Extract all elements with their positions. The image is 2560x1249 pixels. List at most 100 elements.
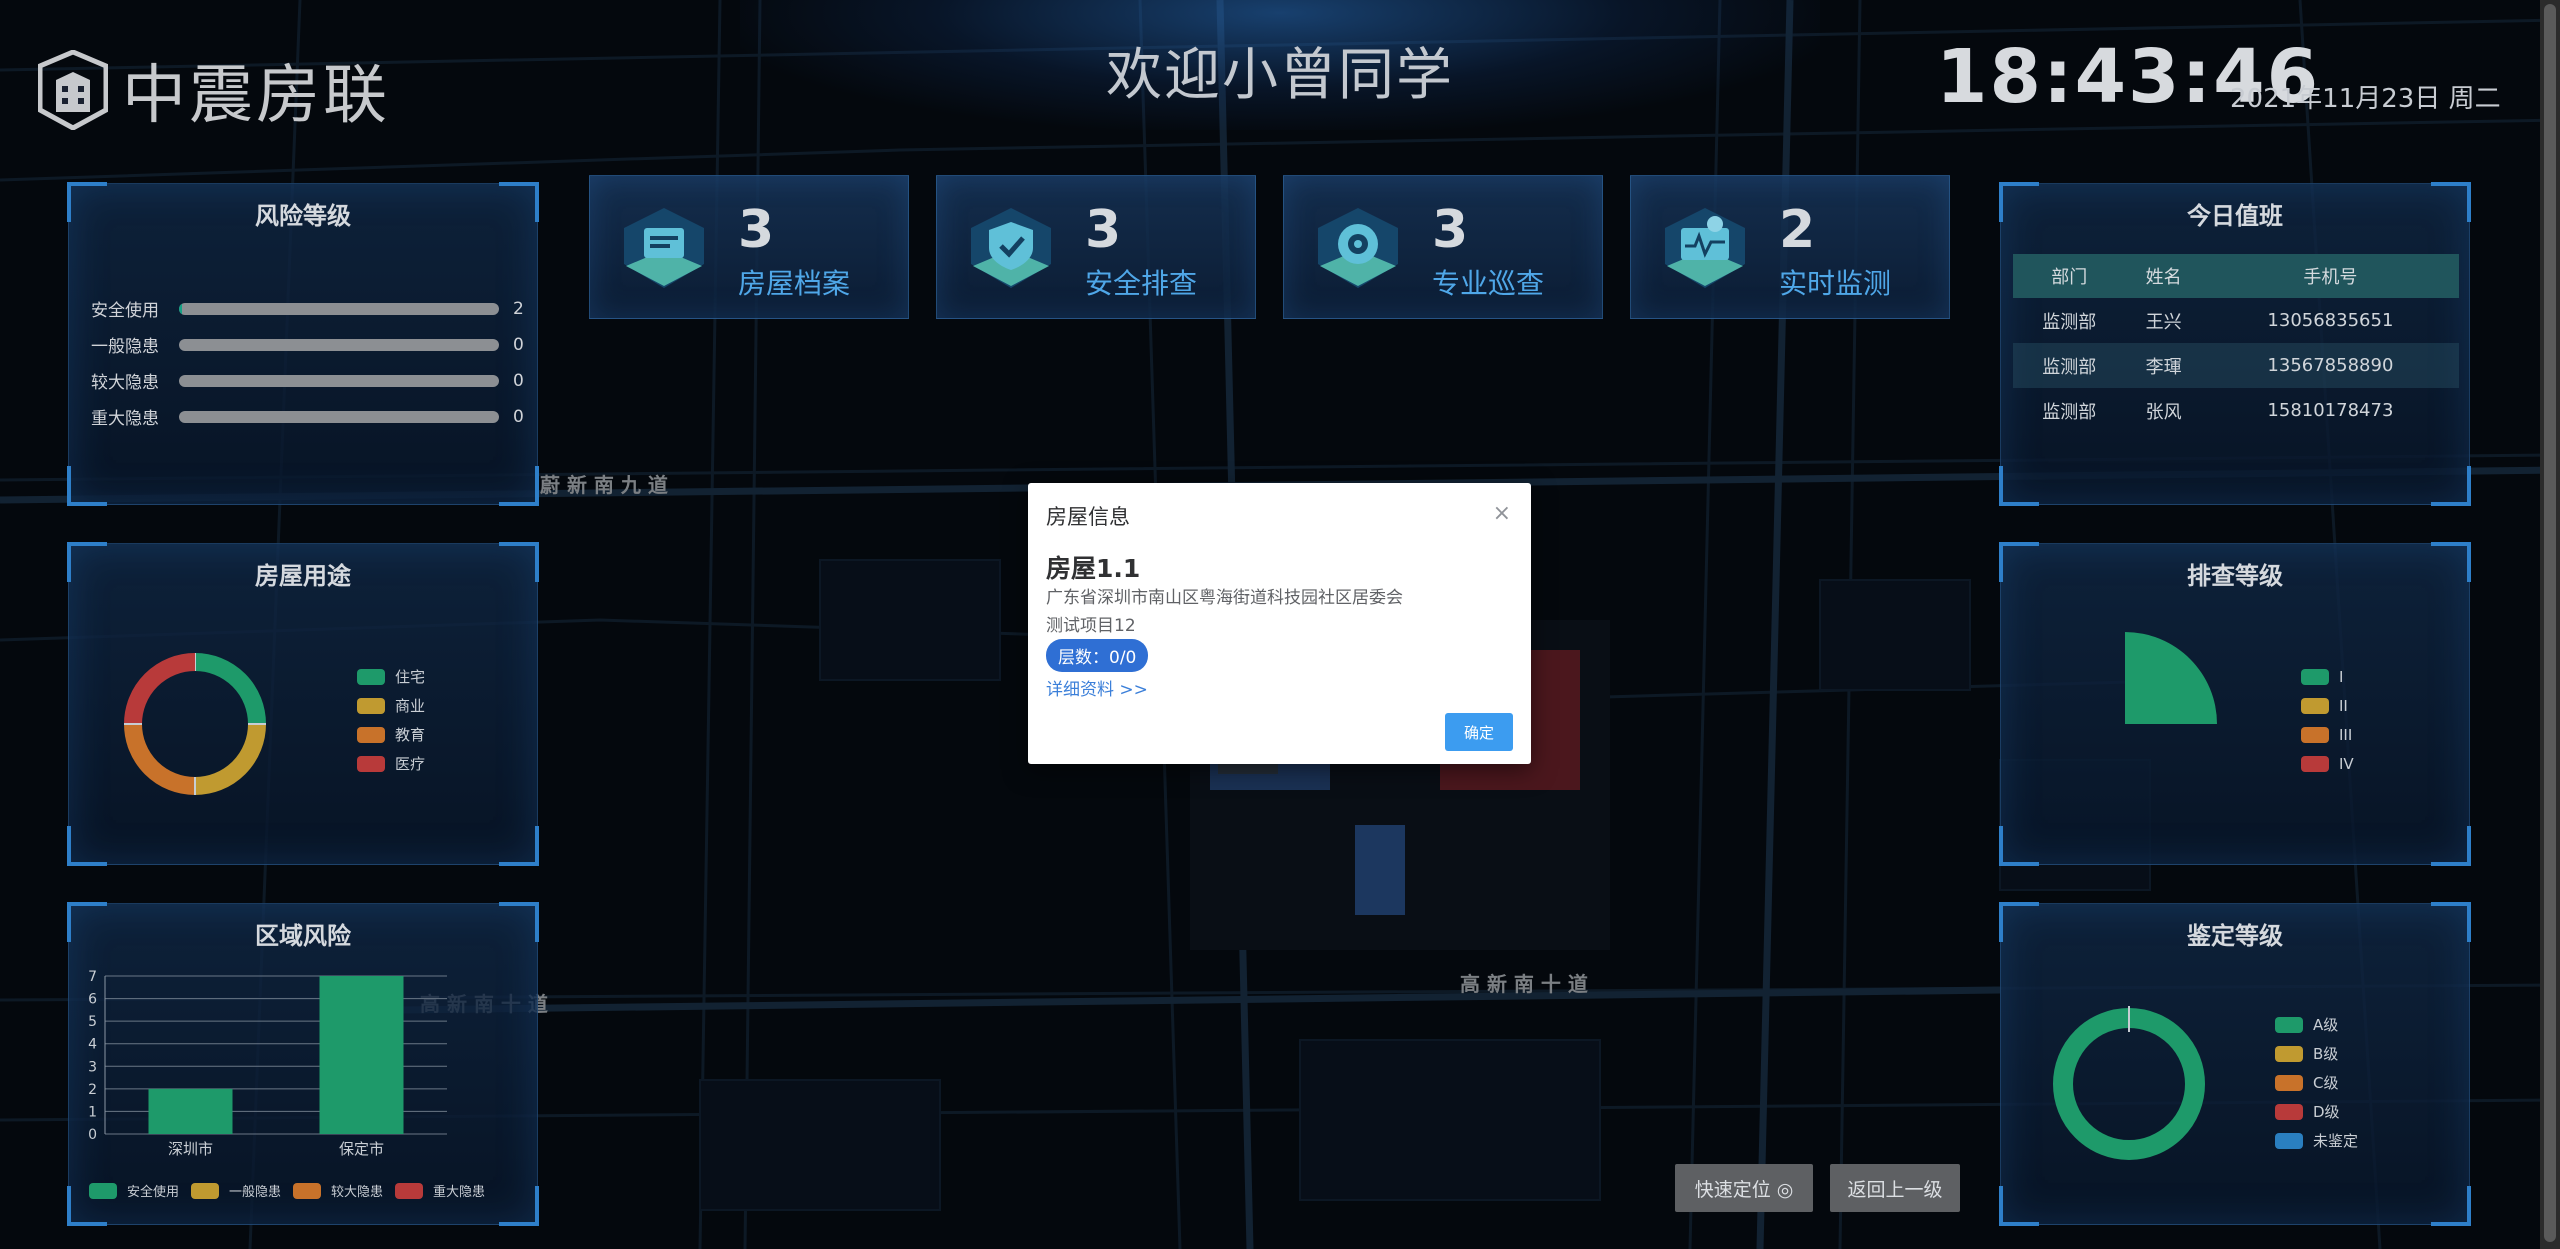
stat-label: 实时监测 [1779, 267, 1892, 300]
donut-slice-住宅[interactable] [194, 653, 266, 725]
patrol-radar-icon [1318, 208, 1398, 288]
stat-label: 专业巡查 [1432, 267, 1545, 300]
stat-card-house-archive[interactable]: 3 房屋档案 [589, 175, 909, 319]
legend-item[interactable]: D级 [2275, 1097, 2358, 1126]
legend-item[interactable]: III [2301, 720, 2354, 749]
legend-item[interactable]: 一般隐患 [191, 1176, 281, 1205]
legend-swatch [2275, 1103, 2303, 1120]
risk-bar-fill [179, 302, 183, 315]
region-risk-bar-chart[interactable]: 0 1 2 3 4 5 6 7 深圳市 保定市 [69, 964, 537, 1174]
house-use-donut[interactable] [115, 644, 275, 804]
legend-swatch [357, 668, 385, 685]
close-icon[interactable]: × [1493, 501, 1511, 526]
confirm-button[interactable]: 确定 [1445, 713, 1513, 751]
x-tick-label: 保定市 [339, 1140, 384, 1158]
legend-item[interactable]: 未鉴定 [2275, 1126, 2358, 1155]
legend-swatch [191, 1182, 220, 1199]
table-row: 监测部 李琿 13567858890 [2013, 343, 2459, 388]
risk-value: 0 [513, 334, 524, 355]
legend-item[interactable]: A级 [2275, 1010, 2358, 1039]
panel-title: 鉴定等级 [2187, 922, 2283, 950]
duty-panel: 今日值班 部门 姓名 手机号 监测部 王兴 13056835651 监测部 李琿… [1999, 182, 2471, 506]
legend-swatch [357, 697, 385, 714]
stat-number: 3 [738, 200, 775, 260]
back-button[interactable]: 返回上一级 [1830, 1164, 1960, 1212]
risk-value: 0 [513, 370, 524, 391]
detail-link[interactable]: 详细资料 >> [1046, 675, 1148, 700]
bar-保定市[interactable] [319, 976, 404, 1134]
stat-card-safety-check[interactable]: 3 安全排查 [936, 175, 1256, 319]
house-use-legend: 住宅 商业 教育 医疗 [357, 662, 425, 778]
appraisal-level-donut[interactable] [2049, 1004, 2209, 1164]
legend-item[interactable]: II [2301, 691, 2354, 720]
y-tick-label: 1 [88, 1104, 97, 1120]
legend-item[interactable]: 医疗 [357, 749, 425, 778]
table-header-row: 部门 姓名 手机号 [2013, 254, 2459, 298]
y-tick-label: 4 [88, 1037, 97, 1053]
legend-item[interactable]: B级 [2275, 1039, 2358, 1068]
risk-row-severe: 重大隐患 0 [91, 404, 524, 430]
house-project: 测试项目12 [1046, 616, 1136, 636]
risk-value: 0 [513, 406, 524, 427]
quick-locate-button[interactable]: 快速定位 ◎ [1675, 1164, 1813, 1212]
panel-title: 区域风险 [255, 922, 351, 950]
legend-swatch [357, 755, 385, 772]
table-cell: 监测部 [2042, 401, 2097, 423]
donut-slice-医疗[interactable] [124, 653, 196, 725]
page-scrollbar[interactable] [2540, 0, 2560, 1249]
bar-深圳市[interactable] [148, 1088, 233, 1134]
donut-slice-教育[interactable] [124, 723, 196, 795]
legend-swatch [89, 1182, 117, 1199]
legend-swatch [2275, 1045, 2303, 1062]
stat-label: 房屋档案 [738, 267, 851, 300]
table-row: 监测部 王兴 13056835651 [2013, 298, 2459, 343]
legend-swatch [2301, 697, 2329, 714]
y-tick-label: 2 [88, 1082, 97, 1098]
risk-level-panel: 风险等级 安全使用 2 一般隐患 0 较大隐患 0 重大隐患 0 [67, 182, 539, 506]
risk-bar [179, 374, 499, 387]
y-tick-label: 7 [88, 969, 97, 985]
modal-title: 房屋信息 [1046, 505, 1130, 529]
scrollbar-thumb[interactable] [2544, 4, 2556, 1242]
region-risk-legend: 安全使用 一般隐患 较大隐患 重大隐患 [89, 1176, 485, 1205]
legend-item[interactable]: C级 [2275, 1068, 2358, 1097]
legend-item[interactable]: I [2301, 662, 2354, 691]
risk-bar [179, 410, 499, 423]
stat-card-patrol[interactable]: 3 专业巡查 [1283, 175, 1603, 319]
legend-item[interactable]: 商业 [357, 691, 425, 720]
legend-item[interactable]: 教育 [357, 720, 425, 749]
legend-item[interactable]: 住宅 [357, 662, 425, 691]
legend-item[interactable]: IV [2301, 749, 2354, 778]
legend-swatch [2275, 1132, 2303, 1149]
appraisal-level-panel: 鉴定等级 A级 B级 C级 D级 未鉴定 [1999, 902, 2471, 1226]
table-cell: 15810178473 [2267, 400, 2394, 421]
legend-swatch [2301, 726, 2329, 743]
house-address: 广东省深圳市南山区粤海街道科技园社区居委会 [1046, 588, 1403, 608]
y-tick-label: 5 [88, 1014, 97, 1030]
risk-bar [179, 338, 499, 351]
legend-swatch [293, 1182, 322, 1199]
table-row: 监测部 张风 15810178473 [2013, 388, 2459, 433]
legend-item[interactable]: 重大隐患 [395, 1176, 485, 1205]
legend-swatch [2275, 1016, 2303, 1033]
inspection-level-panel: 排查等级 I II III IV [1999, 542, 2471, 866]
stat-number: 3 [1432, 200, 1469, 260]
pie-slice-I [2125, 632, 2217, 724]
donut-slice-商业[interactable] [194, 723, 266, 795]
table-cell: 张风 [2145, 401, 2182, 423]
legend-swatch [395, 1182, 424, 1199]
legend-item[interactable]: 较大隐患 [293, 1176, 383, 1205]
risk-label: 重大隐患 [91, 409, 159, 429]
risk-label: 较大隐患 [91, 373, 159, 393]
legend-item[interactable]: 安全使用 [89, 1176, 179, 1205]
y-tick-label: 0 [88, 1127, 97, 1143]
stat-card-monitoring[interactable]: 2 实时监测 [1630, 175, 1950, 319]
house-name: 房屋1.1 [1046, 554, 1141, 583]
stat-number: 2 [1779, 200, 1816, 260]
risk-row-general: 一般隐患 0 [91, 332, 524, 358]
archive-icon [624, 208, 704, 288]
risk-label: 安全使用 [91, 301, 159, 321]
table-cell: 王兴 [2145, 311, 2182, 333]
legend-swatch [2275, 1074, 2303, 1091]
inspection-level-pie[interactable] [2101, 628, 2301, 828]
